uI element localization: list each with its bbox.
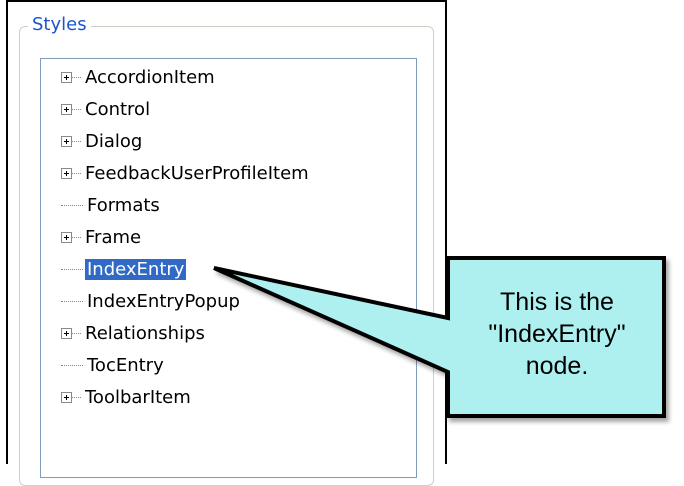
callout-shape bbox=[213, 256, 666, 418]
callout-line-2: "IndexEntry" bbox=[488, 320, 626, 348]
callout-text: This is the "IndexEntry" node. bbox=[444, 286, 670, 382]
callout-line-1: This is the bbox=[500, 288, 614, 316]
callout-line-3: node. bbox=[525, 352, 589, 380]
